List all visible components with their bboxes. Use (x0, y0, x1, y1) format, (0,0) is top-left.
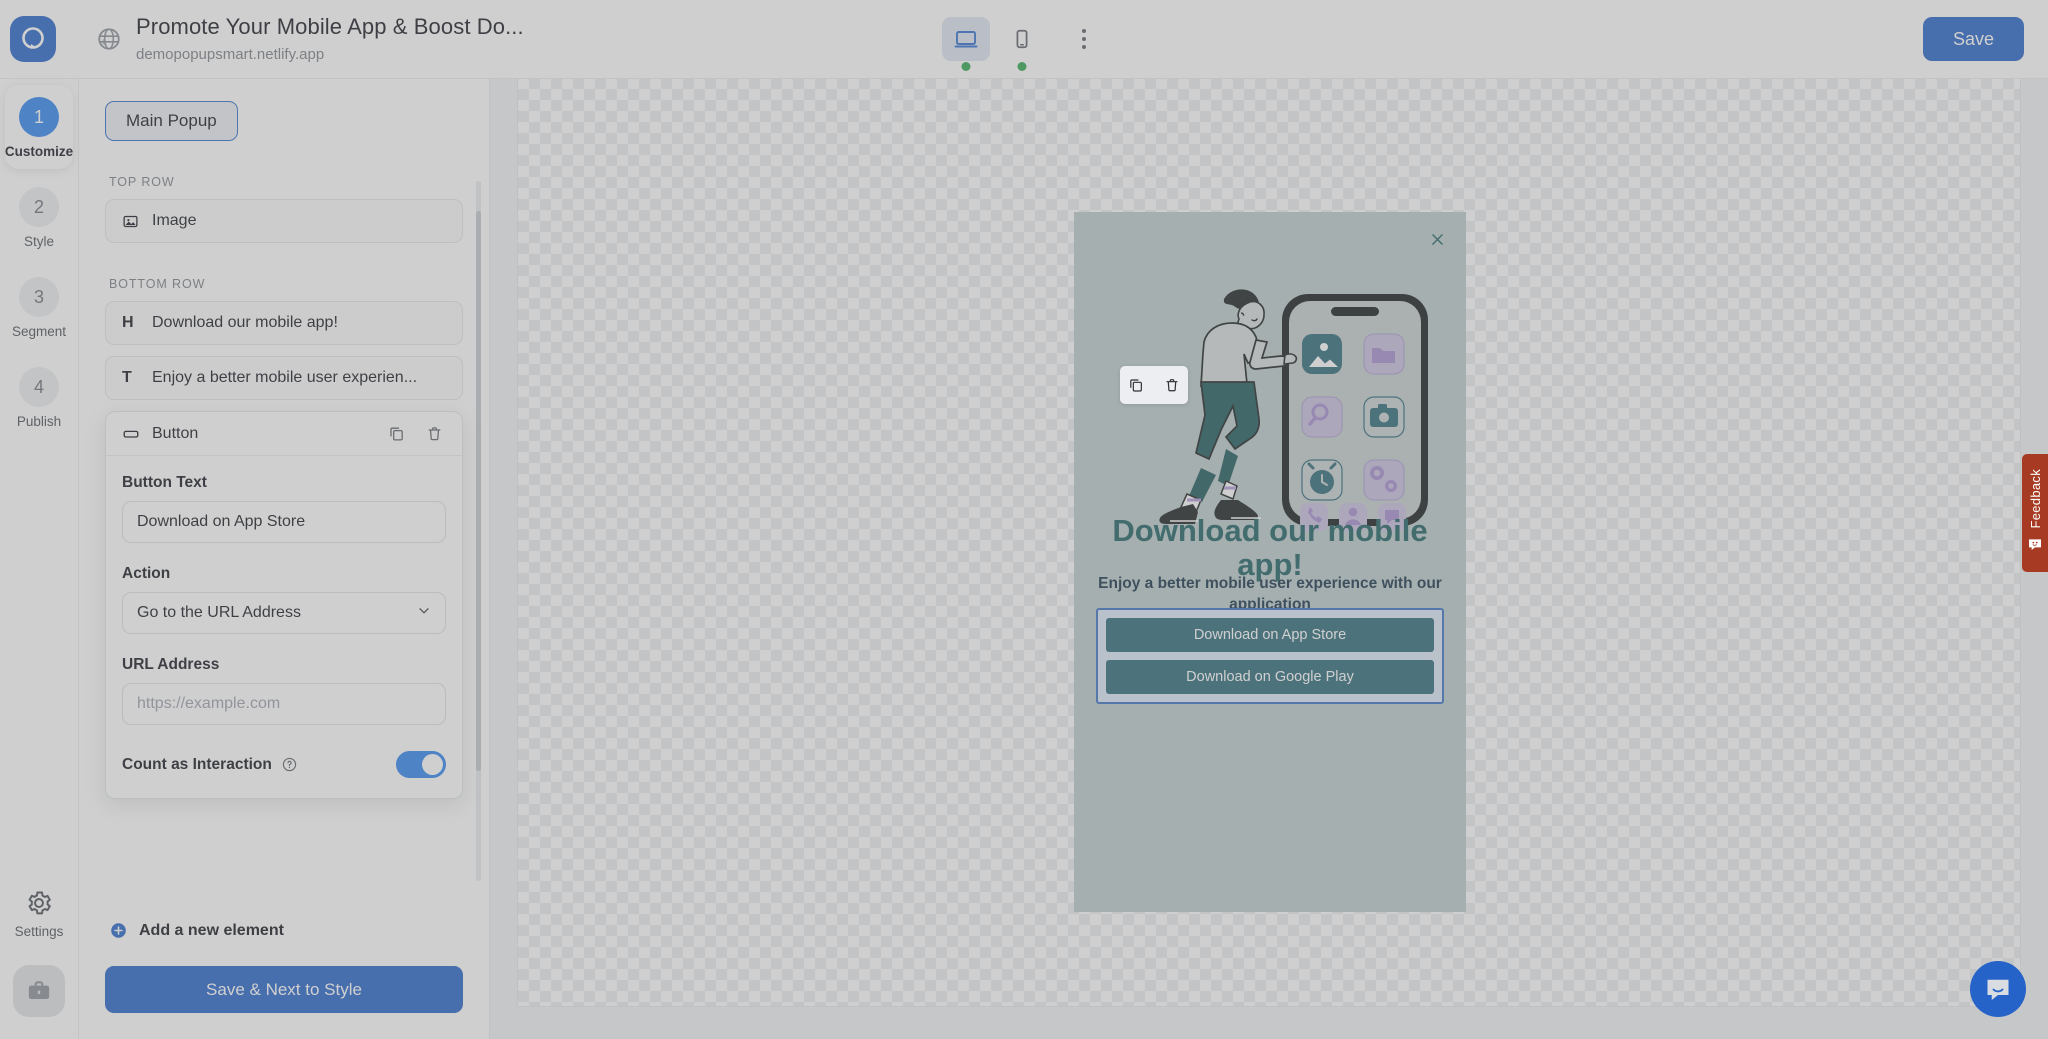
feedback-smiley-icon (2027, 536, 2043, 557)
device-mobile-status-dot (1017, 62, 1027, 71)
text-icon: T (122, 369, 132, 386)
element-label: Download our mobile app! (152, 314, 338, 331)
cta-google-play[interactable]: Download on Google Play (1106, 660, 1434, 694)
globe-icon (96, 26, 122, 52)
panel-header: Main Popup (79, 79, 489, 141)
plus-circle-icon (111, 923, 126, 938)
site-url: demopopupsmart.netlify.app (136, 45, 325, 63)
element-label: Enjoy a better mobile user experien... (152, 369, 418, 386)
rail-bottom: Settings (13, 889, 65, 1039)
feedback-label: Feedback (2027, 468, 2043, 529)
toggle-knob (422, 754, 443, 775)
button-text-input[interactable] (122, 501, 446, 543)
device-desktop-button[interactable] (942, 17, 990, 71)
step-label: Style (23, 234, 54, 249)
popup-heading: Download our mobile app! (1112, 513, 1428, 583)
button-card-header[interactable]: Button (106, 412, 462, 456)
heading-icon: H (122, 314, 134, 331)
chat-bubble-icon (1987, 979, 2009, 1000)
copy-icon[interactable] (1122, 371, 1150, 399)
count-as-interaction-toggle[interactable] (396, 751, 446, 778)
gear-icon (28, 891, 51, 915)
customize-panel: Main Popup TOP ROW Image BOTTOM ROW H Do… (79, 79, 490, 1039)
mobile-icon (1016, 29, 1028, 49)
url-address-label: URL Address (122, 656, 220, 673)
element-row-text[interactable]: T Enjoy a better mobile user experien... (105, 356, 463, 400)
settings-label: Settings (14, 924, 64, 939)
site-info: Promote Your Mobile App & Boost Do... de… (96, 13, 524, 65)
element-label: Image (152, 212, 197, 229)
step-number: 1 (19, 97, 59, 137)
device-desktop-status-dot (961, 62, 971, 71)
elements-list: TOP ROW Image BOTTOM ROW H Download our … (79, 141, 489, 907)
sidebar-step-segment[interactable]: 3 Segment (5, 265, 73, 349)
action-select-wrapper: Go to the URL Address (122, 592, 446, 634)
step-rail: 1 Customize 2 Style 3 Segment 4 Publish … (0, 79, 79, 1039)
workspace-switcher-button[interactable] (13, 965, 65, 1017)
sidebar-step-publish[interactable]: 4 Publish (5, 355, 73, 439)
main-popup-tab[interactable]: Main Popup (105, 101, 238, 141)
save-button[interactable]: Save (1922, 17, 2024, 61)
device-switcher (942, 17, 1106, 71)
trash-icon[interactable] (420, 420, 448, 448)
briefcase-icon (28, 981, 50, 1000)
intercom-chat-button[interactable] (1970, 961, 2026, 1017)
count-as-interaction-row: Count as Interaction (122, 751, 446, 778)
popup-preview: Download our mobile app! Enjoy a better … (1074, 212, 1466, 912)
device-mobile-button[interactable] (998, 17, 1046, 71)
popup-button-group[interactable]: Download on App Store Download on Google… (1096, 608, 1444, 704)
panel-footer: Add a new element Save & Next to Style (79, 907, 489, 1039)
step-label: Customize (4, 144, 74, 159)
sidebar-step-customize[interactable]: 1 Customize (5, 85, 73, 169)
feedback-tab[interactable]: Feedback (2022, 454, 2048, 572)
step-number: 4 (19, 367, 59, 407)
button-icon (122, 425, 148, 443)
action-label: Action (122, 565, 171, 582)
sidebar-step-style[interactable]: 2 Style (5, 175, 73, 259)
kebab-menu-icon[interactable] (1062, 17, 1106, 61)
panel-scrollbar-track[interactable] (476, 181, 481, 881)
add-new-element-label: Add a new element (139, 921, 284, 939)
close-icon[interactable] (1426, 228, 1448, 250)
top-bar: Promote Your Mobile App & Boost Do... de… (0, 0, 2048, 79)
element-float-toolbar (1120, 366, 1188, 404)
page-title: Promote Your Mobile App & Boost Do... (136, 14, 524, 40)
button-card-actions (382, 420, 448, 448)
cta-app-store[interactable]: Download on App Store (1106, 618, 1434, 652)
trash-icon[interactable] (1158, 371, 1186, 399)
sidebar-item-settings[interactable]: Settings (14, 889, 64, 939)
step-label: Publish (16, 414, 62, 429)
popupsmart-logo-icon[interactable] (10, 16, 56, 62)
panel-scrollbar-thumb[interactable] (476, 211, 481, 771)
button-card-title: Button (152, 424, 199, 442)
button-element-card: Button Button Text Download on App Store… (105, 411, 463, 799)
add-new-element-button[interactable]: Add a new element (109, 921, 463, 940)
count-as-interaction-label: Count as Interaction (122, 755, 272, 773)
section-label-bottom-row: BOTTOM ROW (109, 277, 206, 291)
button-text-label: Button Text (122, 474, 207, 491)
button-card-body: Button Text Action Go to the URL Address… (106, 456, 462, 798)
action-select[interactable]: Go to the URL Address (122, 592, 446, 634)
question-mark-icon[interactable] (281, 756, 298, 773)
element-row-heading[interactable]: H Download our mobile app! (105, 301, 463, 345)
desktop-icon (954, 31, 978, 48)
step-label: Segment (11, 324, 67, 339)
copy-icon[interactable] (382, 420, 410, 448)
element-row-image[interactable]: Image (105, 199, 463, 243)
url-address-input[interactable] (122, 683, 446, 725)
section-label-top-row: TOP ROW (109, 175, 175, 189)
step-number: 3 (19, 277, 59, 317)
image-icon (122, 213, 148, 230)
step-number: 2 (19, 187, 59, 227)
save-next-to-style-button[interactable]: Save & Next to Style (105, 966, 463, 1013)
